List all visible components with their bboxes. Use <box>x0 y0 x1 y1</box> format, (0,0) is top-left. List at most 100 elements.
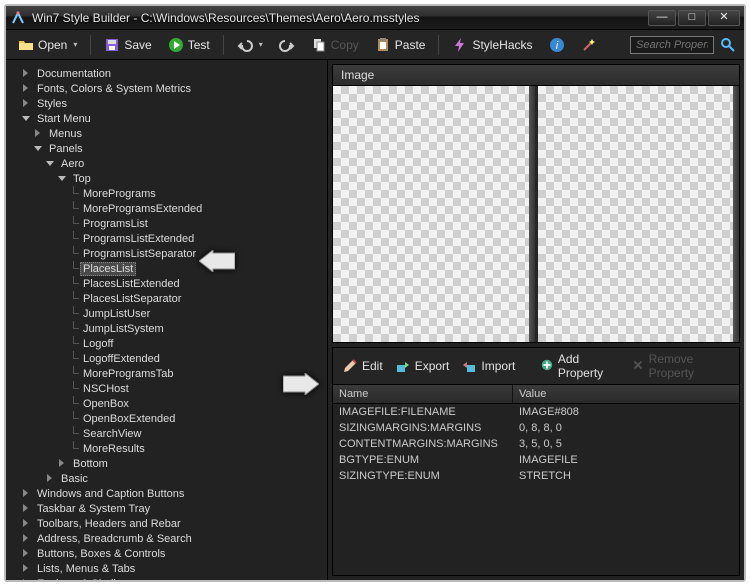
edit-button[interactable]: Edit <box>337 356 388 376</box>
tree-item-bottom[interactable]: Bottom <box>8 456 327 471</box>
tree-item-moreprograms[interactable]: MorePrograms <box>8 186 327 201</box>
copy-button[interactable]: Copy <box>305 35 365 55</box>
search-go-button[interactable] <box>718 35 738 55</box>
tree-label: Documentation <box>34 68 114 80</box>
tree-item[interactable]: Windows and Caption Buttons <box>8 486 327 501</box>
expand-icon[interactable] <box>56 458 68 470</box>
tree-item-programslistseparator[interactable]: ProgramsListSeparator <box>8 246 327 261</box>
lightning-icon <box>452 37 468 53</box>
close-button[interactable]: ✕ <box>708 10 740 26</box>
expand-icon[interactable] <box>20 68 32 80</box>
wand-icon <box>581 37 597 53</box>
tree-item[interactable]: Buttons, Boxes & Controls <box>8 546 327 561</box>
test-button[interactable]: Test <box>162 35 216 55</box>
open-button[interactable]: Open▾ <box>12 35 83 55</box>
tree-label: Aero <box>58 158 87 170</box>
tree-item-openboxextended[interactable]: OpenBoxExtended <box>8 411 327 426</box>
minimize-button[interactable]: — <box>648 10 676 26</box>
tree-item-nschost[interactable]: NSCHost <box>8 381 327 396</box>
property-row[interactable]: SIZINGTYPE:ENUMSTRETCH <box>333 468 739 484</box>
tree-item-programslistextended[interactable]: ProgramsListExtended <box>8 231 327 246</box>
expand-icon[interactable] <box>20 578 32 581</box>
save-button[interactable]: Save <box>98 35 157 55</box>
tree-item-menus[interactable]: Menus <box>8 126 327 141</box>
paste-label: Paste <box>395 38 426 52</box>
image-preview[interactable]: 9 x 373px <box>333 86 739 342</box>
tree-item[interactable]: Taskbar & System Tray <box>8 501 327 516</box>
tree-item-placeslistextended[interactable]: PlacesListExtended <box>8 276 327 291</box>
expand-icon[interactable] <box>20 533 32 545</box>
tree-item[interactable]: Toolbars, Headers and Rebar <box>8 516 327 531</box>
tree-item-aero[interactable]: Aero <box>8 156 327 171</box>
expand-icon[interactable] <box>32 128 44 140</box>
titlebar[interactable]: Win7 Style Builder - C:\Windows\Resource… <box>6 6 744 30</box>
expand-icon[interactable] <box>20 488 32 500</box>
collapse-icon[interactable] <box>44 158 56 170</box>
tree-item[interactable]: Explorer & Shell <box>8 576 327 580</box>
collapse-icon[interactable] <box>20 113 32 125</box>
tree-item-searchview[interactable]: SearchView <box>8 426 327 441</box>
tree-label: ProgramsListExtended <box>80 233 197 245</box>
tree-item-logoff[interactable]: Logoff <box>8 336 327 351</box>
stylehacks-button[interactable]: StyleHacks <box>446 35 538 55</box>
tree-item-logoffextended[interactable]: LogoffExtended <box>8 351 327 366</box>
expand-icon[interactable] <box>20 548 32 560</box>
expand-icon[interactable] <box>20 98 32 110</box>
collapse-icon[interactable] <box>32 143 44 155</box>
wand-button[interactable] <box>575 35 603 55</box>
tree-item-basic[interactable]: Basic <box>8 471 327 486</box>
tree-item[interactable]: Documentation <box>8 66 327 81</box>
tree-label: Address, Breadcrumb & Search <box>34 533 195 545</box>
tree-pane[interactable]: DocumentationFonts, Colors & System Metr… <box>6 60 328 580</box>
tree-item-top[interactable]: Top <box>8 171 327 186</box>
tree-item-moreprogramsextended[interactable]: MoreProgramsExtended <box>8 201 327 216</box>
tree-item-startmenu[interactable]: Start Menu <box>8 111 327 126</box>
tree-item-panels[interactable]: Panels <box>8 141 327 156</box>
properties-columns[interactable]: Name Value <box>333 385 739 404</box>
undo-button[interactable]: ▾ <box>231 35 269 55</box>
maximize-button[interactable]: □ <box>678 10 706 26</box>
stylehacks-label: StyleHacks <box>472 38 532 52</box>
tree-label: OpenBoxExtended <box>80 413 178 425</box>
property-name: CONTENTMARGINS:MARGINS <box>333 438 513 450</box>
tree-item-placeslist[interactable]: PlacesList <box>8 261 327 276</box>
tree-item-jumplistsystem[interactable]: JumpListSystem <box>8 321 327 336</box>
expand-icon[interactable] <box>20 563 32 575</box>
property-row[interactable]: CONTENTMARGINS:MARGINS3, 5, 0, 5 <box>333 436 739 452</box>
col-name[interactable]: Name <box>333 385 513 403</box>
tree-label: NSCHost <box>80 383 132 395</box>
tree-item-moreprogramstab[interactable]: MoreProgramsTab <box>8 366 327 381</box>
tree-item-placeslistseparator[interactable]: PlacesListSeparator <box>8 291 327 306</box>
window-controls: — □ ✕ <box>648 10 740 26</box>
tree-item[interactable]: Address, Breadcrumb & Search <box>8 531 327 546</box>
expand-icon[interactable] <box>20 83 32 95</box>
tree-item-programslist[interactable]: ProgramsList <box>8 216 327 231</box>
col-value[interactable]: Value <box>513 385 739 403</box>
property-row[interactable]: SIZINGMARGINS:MARGINS0, 8, 8, 0 <box>333 420 739 436</box>
tree-item-jumplistuser[interactable]: JumpListUser <box>8 306 327 321</box>
info-icon: i <box>549 37 565 53</box>
redo-button[interactable] <box>273 35 301 55</box>
info-button[interactable]: i <box>543 35 571 55</box>
import-button[interactable]: Import <box>456 356 520 376</box>
search-input[interactable] <box>630 36 714 54</box>
collapse-icon[interactable] <box>56 173 68 185</box>
add-property-button[interactable]: Add Property <box>535 350 624 382</box>
tree-item[interactable]: Fonts, Colors & System Metrics <box>8 81 327 96</box>
expand-icon[interactable] <box>20 503 32 515</box>
tree-item[interactable]: Lists, Menus & Tabs <box>8 561 327 576</box>
export-button[interactable]: Export <box>390 356 455 376</box>
tree-label: Lists, Menus & Tabs <box>34 563 138 575</box>
expand-icon[interactable] <box>44 473 56 485</box>
tree-item[interactable]: Styles <box>8 96 327 111</box>
property-row[interactable]: IMAGEFILE:FILENAMEIMAGE#808 <box>333 404 739 420</box>
tree-label: SearchView <box>80 428 145 440</box>
paste-button[interactable]: Paste <box>369 35 432 55</box>
tree-label: Windows and Caption Buttons <box>34 488 187 500</box>
window-title: Win7 Style Builder - C:\Windows\Resource… <box>32 11 648 25</box>
properties-list[interactable]: IMAGEFILE:FILENAMEIMAGE#808SIZINGMARGINS… <box>333 404 739 575</box>
tree-item-moreresults[interactable]: MoreResults <box>8 441 327 456</box>
expand-icon[interactable] <box>20 518 32 530</box>
tree-item-openbox[interactable]: OpenBox <box>8 396 327 411</box>
property-row[interactable]: BGTYPE:ENUMIMAGEFILE <box>333 452 739 468</box>
